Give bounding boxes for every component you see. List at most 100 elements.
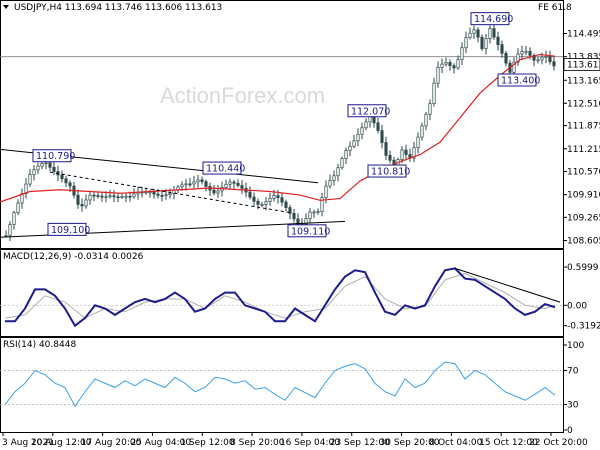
price-tick-label: 112.510 bbox=[567, 99, 600, 109]
fe-label: FE 61.8 bbox=[538, 3, 572, 13]
price-tick-label: 110.570 bbox=[567, 167, 600, 177]
candle bbox=[96, 195, 100, 197]
candle bbox=[16, 202, 20, 214]
rsi-series: 100 70 30 0 bbox=[0, 341, 584, 436]
candle bbox=[440, 63, 444, 68]
candle bbox=[400, 149, 404, 160]
candle bbox=[316, 211, 320, 213]
candle bbox=[8, 224, 12, 236]
rsi-line bbox=[4, 361, 556, 408]
candle bbox=[112, 195, 116, 198]
price-annotation-label: 109.110 bbox=[291, 226, 330, 237]
candle bbox=[84, 199, 88, 207]
candle bbox=[352, 140, 356, 147]
candle bbox=[540, 57, 544, 61]
watermark: ActionForex.com bbox=[160, 83, 325, 108]
candle bbox=[124, 195, 128, 198]
x-tick-label: 1 Sep 12:00 bbox=[180, 438, 235, 448]
candle bbox=[264, 201, 268, 205]
candle bbox=[28, 174, 32, 185]
candle bbox=[312, 211, 316, 214]
candle bbox=[248, 191, 252, 198]
candle bbox=[276, 195, 280, 199]
candle bbox=[332, 175, 336, 181]
price-annotation-label: 114.690 bbox=[474, 14, 513, 25]
price-annotation-label: 110.790 bbox=[36, 151, 75, 162]
rsi-title: RSI(14) 40.8448 bbox=[3, 340, 76, 350]
candle bbox=[388, 155, 392, 161]
macd-tick-label: 0.5999 bbox=[567, 263, 599, 273]
candle bbox=[240, 185, 244, 189]
candle bbox=[12, 212, 16, 225]
candle bbox=[204, 181, 208, 187]
candle bbox=[188, 183, 192, 186]
macd-title: MACD(12,26,9) -0.0314 0.0026 bbox=[3, 252, 144, 262]
price-series: 110.790 109.100 110.440 109.110 112.070 110.8… bbox=[0, 12, 600, 242]
candle bbox=[68, 182, 72, 187]
candle bbox=[156, 193, 160, 196]
candle bbox=[284, 201, 288, 208]
candle bbox=[356, 133, 360, 142]
candle bbox=[256, 200, 260, 205]
candle bbox=[252, 196, 256, 202]
price-annotation-label: 110.440 bbox=[206, 164, 245, 175]
candle bbox=[428, 103, 432, 115]
x-tick-label: 22 Oct 20:00 bbox=[529, 438, 588, 448]
candle bbox=[184, 183, 188, 186]
candle bbox=[108, 195, 112, 198]
chart-symbol-info: USDJPY,H4 113.694 113.746 113.606 113.61… bbox=[14, 3, 222, 13]
candle bbox=[504, 52, 508, 64]
candle bbox=[160, 195, 164, 197]
moving-average-line bbox=[0, 53, 556, 203]
dropdown-triangle-icon[interactable] bbox=[3, 5, 9, 9]
forex-chart[interactable]: ActionForex.com 114.495113.835113.165112… bbox=[0, 0, 600, 450]
rsi-tick-label: 100 bbox=[567, 341, 584, 351]
candle bbox=[492, 28, 496, 38]
candle bbox=[52, 166, 56, 172]
candle bbox=[192, 181, 196, 185]
candle bbox=[524, 50, 528, 53]
candle bbox=[228, 181, 232, 185]
candle bbox=[376, 122, 380, 131]
candle bbox=[116, 196, 120, 199]
macd-panel-frame bbox=[0, 249, 564, 337]
candle bbox=[344, 150, 348, 159]
candle bbox=[292, 212, 296, 220]
candle bbox=[212, 189, 216, 194]
candle bbox=[420, 125, 424, 138]
candle bbox=[100, 195, 104, 198]
rsi-panel-frame bbox=[0, 337, 564, 433]
candle bbox=[452, 65, 456, 69]
candle bbox=[528, 50, 532, 56]
candle bbox=[456, 59, 460, 69]
candle bbox=[484, 38, 488, 50]
candle bbox=[472, 29, 476, 34]
candle bbox=[64, 178, 68, 184]
candle bbox=[268, 198, 272, 202]
candle bbox=[328, 180, 332, 187]
candle bbox=[168, 193, 172, 196]
candle bbox=[104, 196, 108, 199]
candle bbox=[76, 194, 80, 205]
candle bbox=[180, 184, 184, 188]
candle bbox=[432, 82, 436, 104]
price-tick-label: 109.910 bbox=[567, 191, 600, 201]
price-tick-label: 108.605 bbox=[567, 237, 600, 247]
candle bbox=[360, 127, 364, 135]
candle bbox=[500, 44, 504, 54]
rsi-tick-label: 30 bbox=[567, 401, 579, 411]
price-tick-label: 111.875 bbox=[567, 122, 600, 132]
candle bbox=[340, 158, 344, 169]
candle bbox=[380, 130, 384, 143]
candle bbox=[460, 47, 464, 61]
price-annotation-label: 112.070 bbox=[351, 106, 390, 117]
candle bbox=[200, 179, 204, 182]
current-price-label: 113.613 bbox=[567, 61, 600, 71]
candle bbox=[424, 113, 428, 127]
candle bbox=[224, 183, 228, 188]
candle bbox=[48, 162, 52, 168]
candle bbox=[444, 62, 448, 65]
candle bbox=[384, 142, 388, 156]
candle bbox=[336, 167, 340, 177]
price-annotation-label: 113.400 bbox=[501, 76, 540, 87]
